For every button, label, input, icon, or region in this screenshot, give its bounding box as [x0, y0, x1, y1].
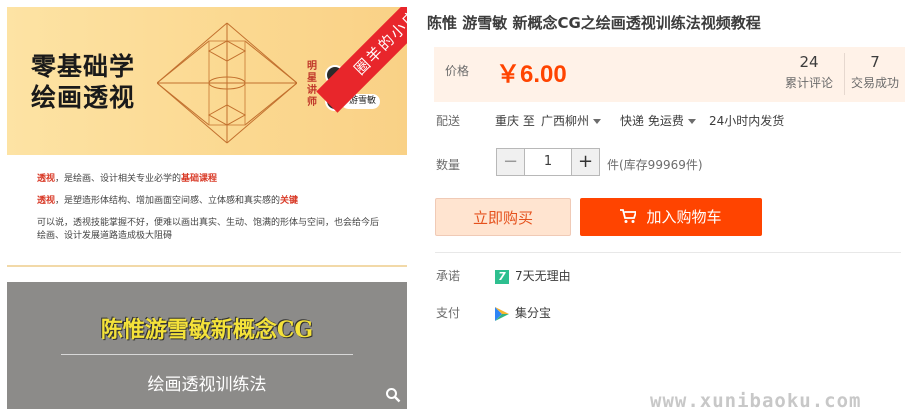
chevron-down-icon [687, 119, 696, 124]
divider [435, 252, 901, 253]
star-teacher-tag: 明星讲师 [307, 61, 317, 108]
qty-label: 数量 [436, 158, 461, 172]
reviews-label: 累计评论 [784, 76, 833, 90]
price-panel: 价格 ￥6.00 24 累计评论 7 交易成功 [434, 47, 905, 102]
chevron-down-icon [593, 119, 602, 124]
watermark: www.xunibaoku.com [650, 390, 862, 412]
sales-count: 7 [870, 53, 880, 71]
payment-row: 支付 集分宝 [436, 304, 736, 322]
sales-label: 交易成功 [850, 76, 899, 90]
payment-method[interactable]: 集分宝 [495, 304, 551, 321]
qty-input[interactable]: 1 [524, 149, 572, 175]
product-info: 陈惟 游雪敏 新概念CG之绘画透视训练法视频教程 价格 ￥6.00 24 累计评… [425, 0, 905, 416]
shipping-row: 配送 重庆 至 广西柳州 快递 免运费 24小时内发货 [436, 112, 896, 128]
search-icon[interactable] [385, 387, 401, 403]
qty-plus-button[interactable]: + [572, 149, 599, 175]
perspective-drawing [157, 22, 297, 144]
desc-para-3: 可以说，透视技能掌握不好，便难以画出真实、生动、饱满的形体与空间，也会给今后绘画… [37, 218, 380, 241]
quantity-stepper: − 1 + [496, 148, 600, 176]
qty-minus-button[interactable]: − [497, 149, 524, 175]
reviews-count: 24 [799, 53, 819, 71]
jifenbao-logo-icon [495, 306, 509, 321]
price-value: ￥6.00 [496, 61, 567, 88]
desc-para-1: 透视，是绘画、设计相关专业必学的基础课程 [37, 174, 218, 184]
shipping-label: 配送 [436, 114, 461, 128]
ship-from: 重庆 至 [495, 114, 535, 128]
promise-row: 承诺 7 7天无理由 [436, 267, 736, 285]
stock-text: 件(库存99969件) [607, 158, 703, 172]
banner-image[interactable]: 零基础学 绘画透视 明星讲师 陈惟 游雪敏 [7, 7, 407, 155]
secondary-subtitle: 绘画透视训练法 [147, 375, 267, 395]
payment-label: 支付 [436, 306, 461, 320]
secondary-image[interactable]: 陈惟游雪敏新概念CG 绘画透视训练法 [7, 282, 407, 409]
banner-title: 零基础学 绘画透视 [31, 52, 136, 112]
cart-icon [620, 209, 638, 223]
sales-stat: 7 交易成功 [846, 53, 904, 91]
ship-time: 24小时内发货 [709, 114, 785, 128]
desc-para-2: 透视，是塑造形体结构、增加画面空间感、立体感和真实感的关键 [37, 196, 299, 206]
ship-method-select[interactable]: 快递 免运费 [620, 112, 696, 129]
price-label: 价格 [445, 64, 470, 78]
divider [61, 354, 353, 355]
product-gallery: 零基础学 绘画透视 明星讲师 陈惟 游雪敏 [7, 7, 407, 409]
promise-label: 承诺 [436, 269, 461, 283]
description-image: 透视，是绘画、设计相关专业必学的基础课程 透视，是塑造形体结构、增加画面空间感、… [7, 155, 407, 267]
divider [844, 53, 845, 95]
add-to-cart-button[interactable]: 加入购物车 [580, 198, 762, 236]
product-title: 陈惟 游雪敏 新概念CG之绘画透视训练法视频教程 [427, 14, 761, 32]
buy-now-button[interactable]: 立即购买 [435, 198, 571, 236]
ship-to-select[interactable]: 广西柳州 [541, 112, 602, 129]
seven-day-badge-icon: 7 [495, 269, 509, 284]
secondary-title: 陈惟游雪敏新概念CG [100, 317, 314, 343]
promise-link[interactable]: 7 7天无理由 [495, 267, 571, 284]
reviews-stat[interactable]: 24 累计评论 [783, 53, 835, 91]
